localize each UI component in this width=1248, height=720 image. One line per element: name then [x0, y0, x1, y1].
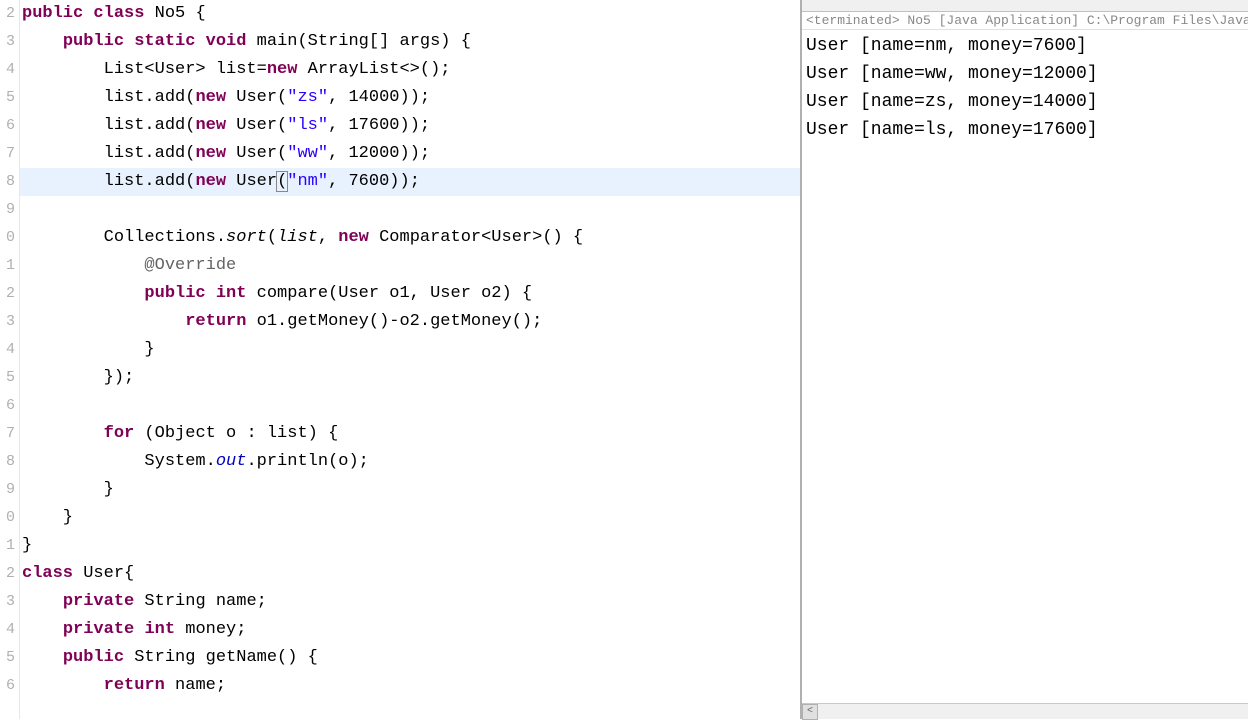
line-number: 5 [0, 84, 15, 112]
line-number: 9 [0, 196, 15, 224]
code-line[interactable]: System.out.println(o); [20, 448, 800, 476]
line-number: 4 [0, 336, 15, 364]
code-editor-pane[interactable]: 2345678901234567890123456 public class N… [0, 0, 800, 719]
code-line[interactable]: List<User> list=new ArrayList<>(); [20, 56, 800, 84]
line-number: 6 [0, 672, 15, 700]
code-line[interactable]: Collections.sort(list, new Comparator<Us… [20, 224, 800, 252]
console-status-header: <terminated> No5 [Java Application] C:\P… [802, 12, 1248, 30]
console-output[interactable]: User [name=nm, money=7600] User [name=ww… [802, 30, 1248, 703]
code-line[interactable]: public static void main(String[] args) { [20, 28, 800, 56]
line-number: 4 [0, 616, 15, 644]
code-line[interactable]: for (Object o : list) { [20, 420, 800, 448]
code-line[interactable]: private int money; [20, 616, 800, 644]
line-number: 1 [0, 532, 15, 560]
line-number: 7 [0, 140, 15, 168]
line-number: 2 [0, 560, 15, 588]
code-line[interactable]: list.add(new User("ww", 12000)); [20, 140, 800, 168]
line-number: 8 [0, 168, 15, 196]
code-line[interactable]: @Override [20, 252, 800, 280]
line-number: 1 [0, 252, 15, 280]
code-line[interactable]: private String name; [20, 588, 800, 616]
line-number: 3 [0, 308, 15, 336]
code-line[interactable]: public int compare(User o1, User o2) { [20, 280, 800, 308]
horizontal-scrollbar[interactable]: < [802, 703, 1248, 719]
code-line[interactable]: public String getName() { [20, 644, 800, 672]
code-line[interactable]: list.add(new User("ls", 17600)); [20, 112, 800, 140]
line-number: 0 [0, 504, 15, 532]
line-number: 3 [0, 28, 15, 56]
code-line[interactable]: class User{ [20, 560, 800, 588]
code-line[interactable]: public class No5 { [20, 0, 800, 28]
code-line[interactable] [20, 392, 800, 420]
console-toolbar [802, 0, 1248, 12]
line-number: 7 [0, 420, 15, 448]
line-number: 9 [0, 476, 15, 504]
line-number: 4 [0, 56, 15, 84]
scroll-left-arrow-icon[interactable]: < [802, 704, 818, 720]
code-area[interactable]: public class No5 { public static void ma… [20, 0, 800, 719]
line-number: 8 [0, 448, 15, 476]
line-number: 2 [0, 0, 15, 28]
line-number: 0 [0, 224, 15, 252]
line-number: 6 [0, 112, 15, 140]
code-line[interactable]: } [20, 336, 800, 364]
console-pane: <terminated> No5 [Java Application] C:\P… [800, 0, 1248, 719]
line-number: 6 [0, 392, 15, 420]
code-line[interactable]: list.add(new User("nm", 7600)); [20, 168, 800, 196]
code-line[interactable]: } [20, 504, 800, 532]
code-line[interactable]: return name; [20, 672, 800, 700]
code-line[interactable]: }); [20, 364, 800, 392]
line-number: 2 [0, 280, 15, 308]
code-line[interactable]: return o1.getMoney()-o2.getMoney(); [20, 308, 800, 336]
line-number-gutter: 2345678901234567890123456 [0, 0, 20, 719]
line-number: 5 [0, 644, 15, 672]
code-line[interactable]: list.add(new User("zs", 14000)); [20, 84, 800, 112]
line-number: 3 [0, 588, 15, 616]
code-line[interactable] [20, 196, 800, 224]
code-line[interactable]: } [20, 476, 800, 504]
code-line[interactable]: } [20, 532, 800, 560]
line-number: 5 [0, 364, 15, 392]
